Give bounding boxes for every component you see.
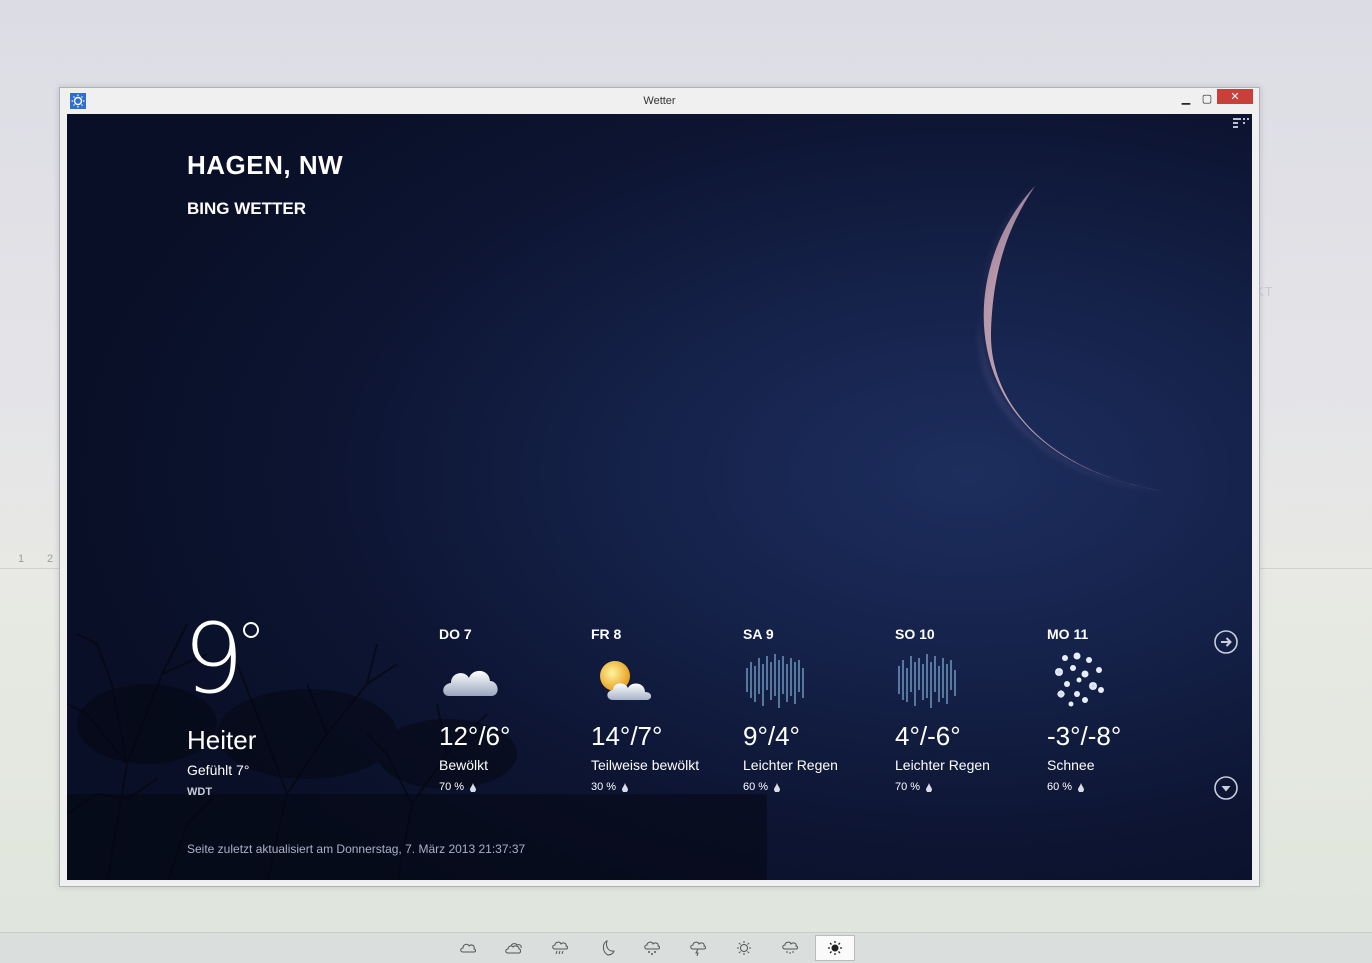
desktop-page-number: 2 xyxy=(47,553,54,565)
expand-down-icon[interactable] xyxy=(1214,776,1238,800)
desktop-page-number: 1 xyxy=(18,553,25,565)
current-temperature: 9 xyxy=(183,603,245,715)
rain-cloud-icon[interactable] xyxy=(540,935,580,961)
forecast-day-name: SO 10 xyxy=(895,626,935,642)
drop-icon xyxy=(622,782,629,792)
drizzle-cloud-icon[interactable] xyxy=(770,935,810,961)
moon-icon[interactable] xyxy=(586,935,626,961)
rain-icon xyxy=(898,654,956,708)
drop-icon xyxy=(1078,782,1085,792)
snow-icon xyxy=(1055,652,1104,707)
last-updated: Seite zuletzt aktualisiert am Donnerstag… xyxy=(187,842,526,856)
forecast-day-name: MO 11 xyxy=(1047,626,1089,642)
forecast-temps: -3°/-8° xyxy=(1047,721,1122,751)
minimize-button[interactable]: ▁ xyxy=(1176,90,1196,106)
cloud-icon[interactable] xyxy=(448,935,488,961)
forecast-temps: 12°/6° xyxy=(439,721,511,751)
cloudy-icon xyxy=(443,670,498,696)
close-button[interactable]: ✕ xyxy=(1217,89,1253,104)
cloudy-icon[interactable] xyxy=(494,935,534,961)
app-menu-icon[interactable] xyxy=(1233,118,1249,130)
sun-outline-icon[interactable] xyxy=(724,935,764,961)
precip-chance: 70 % xyxy=(439,781,465,793)
next-arrow-icon[interactable] xyxy=(1214,630,1238,654)
title-bar[interactable]: Wetter ▁ ▢ ✕ xyxy=(60,88,1259,114)
forecast-day[interactable]: MO 11 -3°/-8° Schnee 60 % xyxy=(1047,626,1197,793)
forecast-day[interactable]: SA 9 9°/4° Leichter Regen 60 % xyxy=(743,626,893,793)
window-title: Wetter xyxy=(643,95,676,107)
drop-icon xyxy=(774,782,781,792)
hail-cloud-icon[interactable] xyxy=(632,935,672,961)
forecast-condition: Bewölkt xyxy=(439,757,489,773)
city-name: HAGEN, NW xyxy=(187,150,344,180)
forecast-temps: 4°/-6° xyxy=(895,721,961,751)
forecast-temps: 14°/7° xyxy=(591,721,663,751)
precip-chance: 30 % xyxy=(591,781,617,793)
provider-name: BING WETTER xyxy=(187,199,306,218)
weather-panorama: HAGEN, NW BING WETTER 9 Heiter Gefühlt 7… xyxy=(67,114,1252,880)
feels-like: Gefühlt 7° xyxy=(187,762,250,778)
forecast-day[interactable]: DO 7 12°/6° Bewölkt 70 % xyxy=(439,626,589,793)
moon-background-image xyxy=(978,184,1177,494)
rain-icon xyxy=(746,654,804,708)
sun-icon[interactable] xyxy=(815,935,855,961)
precip-chance: 70 % xyxy=(895,781,921,793)
forecast-condition: Teilweise bewölkt xyxy=(591,757,700,773)
drop-icon xyxy=(470,782,477,792)
station-code: WDT xyxy=(187,786,213,798)
current-condition: Heiter xyxy=(187,725,257,755)
forecast-day-name: FR 8 xyxy=(591,626,622,642)
maximize-button[interactable]: ▢ xyxy=(1197,90,1217,106)
drop-icon xyxy=(926,782,933,792)
precip-chance: 60 % xyxy=(743,781,769,793)
partly-cloudy-icon xyxy=(600,661,652,700)
forecast-condition: Leichter Regen xyxy=(895,757,990,773)
weather-window: Wetter ▁ ▢ ✕ HAGEN, NW BING WETTER 9 Hei… xyxy=(59,87,1260,887)
degree-symbol xyxy=(243,622,259,638)
forecast-day-name: SA 9 xyxy=(743,626,774,642)
forecast-day[interactable]: FR 8 14°/7° Teilweise bewölkt 30 % xyxy=(591,626,741,793)
forecast-condition: Schnee xyxy=(1047,757,1095,773)
forecast-day-name: DO 7 xyxy=(439,626,472,642)
taskbar xyxy=(0,932,1372,963)
forecast-condition: Leichter Regen xyxy=(743,757,838,773)
forecast-day[interactable]: SO 10 4°/-6° Leichter Regen 70 % xyxy=(895,626,1045,793)
storm-cloud-icon[interactable] xyxy=(678,935,718,961)
forecast-temps: 9°/4° xyxy=(743,721,800,751)
precip-chance: 60 % xyxy=(1047,781,1073,793)
